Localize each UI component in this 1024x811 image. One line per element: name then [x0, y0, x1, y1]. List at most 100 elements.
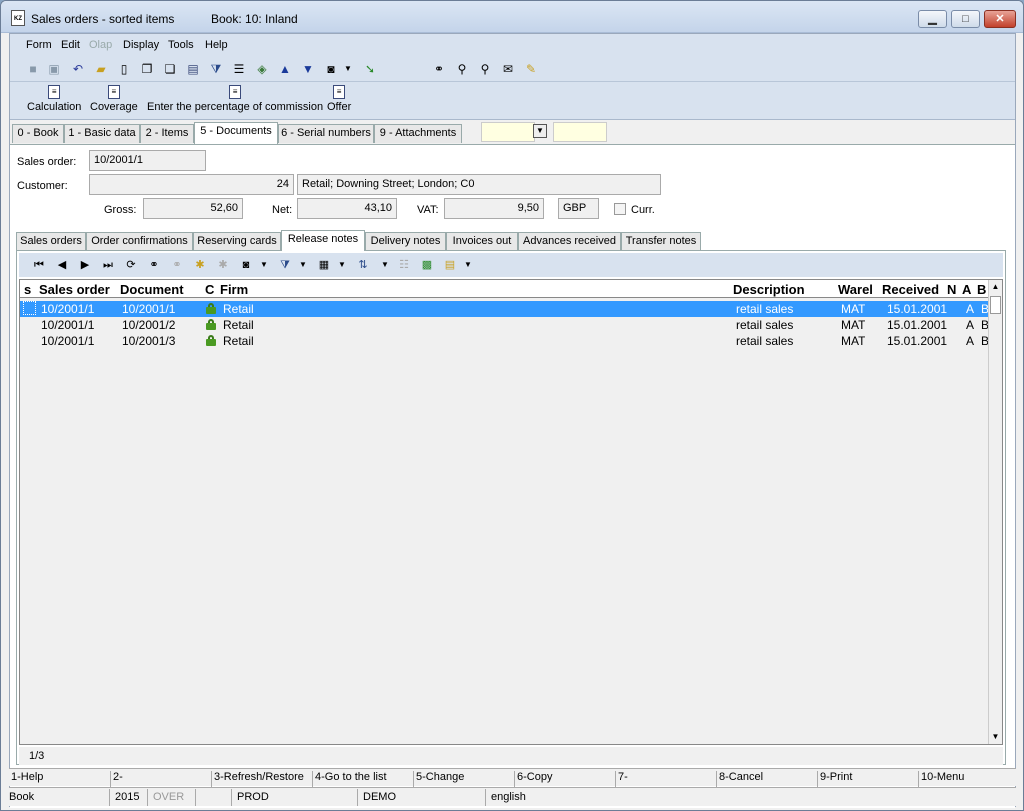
tab-delivery-notes[interactable]: Delivery notes — [365, 232, 446, 251]
tab-advances-received[interactable]: Advances received — [518, 232, 621, 251]
export-excel-icon[interactable]: ▩ — [419, 257, 435, 273]
arrow-down-icon[interactable]: ▼ — [300, 61, 316, 77]
column-header-a[interactable]: A — [962, 282, 974, 297]
fkey-print[interactable]: 9-Print — [817, 771, 917, 787]
arrow-up-icon[interactable]: ▲ — [277, 61, 293, 77]
sales-order-label: Sales order: — [17, 156, 77, 168]
camera-dropdown-icon[interactable]: ▼ — [340, 61, 356, 77]
filter-icon[interactable]: ⧩ — [277, 257, 293, 273]
customer-number-field[interactable]: 24 — [89, 174, 294, 195]
stack-icon[interactable]: ◈ — [254, 61, 270, 77]
camera-dropdown-icon[interactable]: ▼ — [256, 257, 272, 273]
tab-documents[interactable]: 5 - Documents — [194, 122, 278, 144]
tab-book[interactable]: 0 - Book — [12, 124, 64, 143]
offer-button[interactable]: ≡ Offer — [327, 85, 351, 113]
column-header-description[interactable]: Description — [733, 282, 833, 297]
column-header-document[interactable]: Document — [120, 282, 200, 297]
scroll-down-icon[interactable]: ▼ — [989, 730, 1002, 744]
row-selector[interactable] — [23, 301, 36, 315]
fkey-copy[interactable]: 6-Copy — [514, 771, 614, 787]
filter-input[interactable] — [481, 122, 535, 142]
fkey-menu[interactable]: 10-Menu — [918, 771, 1016, 787]
camera-icon[interactable]: ◙ — [238, 257, 254, 273]
previous-record-icon[interactable]: ◀ — [54, 257, 70, 273]
menu-edit[interactable]: Edit — [61, 39, 80, 51]
mail-icon[interactable]: ✉ — [500, 61, 516, 77]
sort-icon[interactable]: ⇅ — [355, 257, 371, 273]
refresh-icon[interactable]: ⟳ — [123, 257, 139, 273]
binoculars-icon[interactable]: ⚭ — [431, 61, 447, 77]
filter-list-icon[interactable]: ☰ — [231, 61, 247, 77]
cell-received: 15.01.2001 — [887, 334, 948, 348]
menu-form[interactable]: Form — [26, 39, 52, 51]
tab-order-confirmations[interactable]: Order confirmations — [86, 232, 193, 251]
binoculars-icon[interactable]: ⚭ — [146, 257, 162, 273]
tab-invoices-out[interactable]: Invoices out — [446, 232, 518, 251]
report-icon[interactable]: ▤ — [442, 257, 458, 273]
find-next-icon[interactable]: ⚲ — [454, 61, 470, 77]
first-record-icon[interactable]: ⏮ — [31, 257, 47, 273]
calculation-button[interactable]: ≡ Calculation — [27, 85, 81, 113]
menu-display[interactable]: Display — [123, 39, 159, 51]
column-header-firm[interactable]: Firm — [220, 282, 720, 297]
paste-document-icon[interactable]: ❏ — [162, 61, 178, 77]
currency-checkbox[interactable] — [614, 203, 626, 215]
last-record-icon[interactable]: ⏭ — [100, 257, 116, 273]
filter-icon[interactable]: ⧩ — [208, 61, 224, 77]
open-edit-icon[interactable]: ✎ — [523, 61, 539, 77]
new-record-icon[interactable]: ✱ — [192, 257, 208, 273]
close-button[interactable]: ✕ — [984, 10, 1016, 28]
menu-tools[interactable]: Tools — [168, 39, 194, 51]
book-icon[interactable]: ▤ — [185, 61, 201, 77]
column-header-c[interactable]: C — [205, 282, 217, 297]
sales-order-field[interactable]: 10/2001/1 — [89, 150, 206, 171]
export-icon[interactable]: ➘ — [362, 61, 378, 77]
column-header-sales-order[interactable]: Sales order — [39, 282, 119, 297]
column-header-received[interactable]: Received — [882, 282, 944, 297]
fkey-refresh[interactable]: 3-Refresh/Restore — [211, 771, 311, 787]
tab-reserving-cards[interactable]: Reserving cards — [193, 232, 281, 251]
tab-sales-orders[interactable]: Sales orders — [16, 232, 86, 251]
tab-attachments[interactable]: 9 - Attachments — [374, 124, 462, 143]
scroll-up-icon[interactable]: ▲ — [989, 280, 1002, 294]
main-toolbar: ■ ▣ ↶ ▰ ▯ ❐ ❏ ▤ ⧩ ☰ ◈ ▲ ▼ ◙ ▼ ➘ ⚭ ⚲ ⚲ ✉ … — [10, 56, 1015, 82]
fkey-2[interactable]: 2- — [110, 771, 210, 787]
table-row[interactable]: 10/2001/1 10/2001/2 Retail retail sales … — [20, 317, 990, 333]
fkey-go-to-list[interactable]: 4-Go to the list — [312, 771, 412, 787]
tab-basic-data[interactable]: 1 - Basic data — [64, 124, 140, 143]
fkey-help[interactable]: 1-Help — [9, 771, 109, 787]
camera-icon[interactable]: ◙ — [323, 61, 339, 77]
columns-dropdown-icon[interactable]: ▼ — [334, 257, 350, 273]
tab-serial-numbers[interactable]: 6 - Serial numbers — [278, 124, 374, 143]
new-document-icon[interactable]: ▯ — [116, 61, 132, 77]
column-header-s[interactable]: s — [24, 282, 36, 297]
coverage-button[interactable]: ≡ Coverage — [90, 85, 138, 113]
tab-release-notes[interactable]: Release notes — [281, 230, 365, 251]
fkey-change[interactable]: 5-Change — [413, 771, 513, 787]
fkey-cancel[interactable]: 8-Cancel — [716, 771, 816, 787]
scroll-thumb[interactable] — [990, 296, 1001, 314]
menu-help[interactable]: Help — [205, 39, 228, 51]
table-row[interactable]: 10/2001/1 10/2001/3 Retail retail sales … — [20, 333, 990, 349]
report-dropdown-icon[interactable]: ▼ — [460, 257, 476, 273]
undo-icon[interactable]: ↶ — [70, 61, 86, 77]
next-record-icon[interactable]: ▶ — [77, 257, 93, 273]
column-header-n[interactable]: N — [947, 282, 959, 297]
sort-dropdown-icon[interactable]: ▼ — [377, 257, 393, 273]
secondary-filter-input[interactable] — [553, 122, 607, 142]
fkey-7[interactable]: 7- — [615, 771, 715, 787]
vertical-scrollbar[interactable]: ▲ ▼ — [988, 280, 1002, 744]
commission-button[interactable]: ≡ Enter the percentage of commission — [147, 85, 323, 113]
column-header-warehouse[interactable]: Warel — [838, 282, 878, 297]
columns-icon[interactable]: ▦ — [316, 257, 332, 273]
tab-items[interactable]: 2 - Items — [140, 124, 194, 143]
copy-document-icon[interactable]: ❐ — [139, 61, 155, 77]
find-previous-icon[interactable]: ⚲ — [477, 61, 493, 77]
tab-transfer-notes[interactable]: Transfer notes — [621, 232, 701, 251]
maximize-button[interactable]: □ — [951, 10, 980, 28]
open-folder-icon[interactable]: ▰ — [93, 61, 109, 77]
dropdown-arrow-icon[interactable]: ▼ — [533, 124, 547, 138]
minimize-button[interactable]: ▁ — [918, 10, 947, 28]
table-row[interactable]: 10/2001/1 10/2001/1 Retail retail sales … — [20, 301, 990, 317]
filter-dropdown-icon[interactable]: ▼ — [295, 257, 311, 273]
